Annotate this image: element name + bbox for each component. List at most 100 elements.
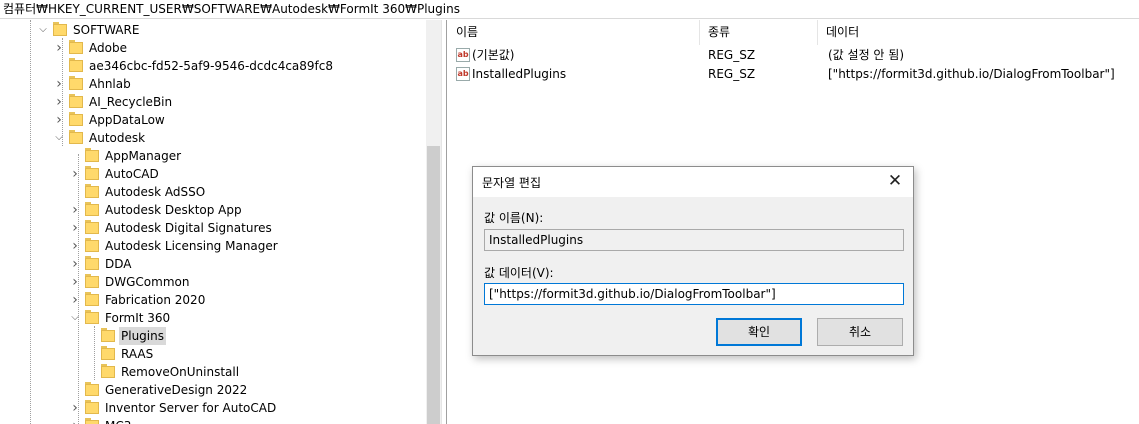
value-name-label: 값 이름(N): bbox=[484, 211, 544, 225]
tree-item[interactable]: Autodesk AdSSO bbox=[0, 183, 426, 201]
tree-item-label: Ahnlab bbox=[89, 77, 131, 91]
column-header-data-label: 데이터 bbox=[826, 25, 860, 39]
chevron-right-icon[interactable]: › bbox=[70, 255, 80, 273]
tree-item-label: Autodesk Desktop App bbox=[105, 203, 242, 217]
ok-button[interactable]: 확인 bbox=[716, 318, 802, 346]
folder-icon bbox=[85, 310, 99, 324]
folder-icon bbox=[85, 238, 99, 252]
close-icon[interactable]: ✕ bbox=[883, 170, 907, 194]
tree-item[interactable]: ⌵ Autodesk bbox=[0, 129, 426, 147]
tree-item[interactable]: › Inventor Server for AutoCAD bbox=[0, 399, 426, 417]
folder-icon bbox=[85, 418, 99, 424]
list-row[interactable]: ab (기본값) REG_SZ (값 설정 안 됨) bbox=[448, 46, 1139, 65]
tree-item-label: RAAS bbox=[121, 347, 154, 361]
chevron-down-icon[interactable]: ⌵ bbox=[70, 309, 80, 327]
tree-item[interactable]: › AppDataLow bbox=[0, 111, 426, 129]
folder-icon bbox=[69, 76, 83, 90]
value-data: (값 설정 안 됨) bbox=[828, 48, 905, 62]
folder-icon bbox=[69, 58, 83, 72]
chevron-right-icon[interactable]: › bbox=[70, 201, 80, 219]
column-header-name[interactable]: 이름 bbox=[448, 20, 700, 45]
tree-item-label: AppDataLow bbox=[89, 113, 165, 127]
chevron-right-icon[interactable]: › bbox=[70, 417, 80, 424]
chevron-right-icon[interactable]: › bbox=[70, 219, 80, 237]
tree-scrollbar-thumb[interactable] bbox=[427, 146, 440, 424]
value-type: REG_SZ bbox=[708, 67, 756, 81]
tree-item-label: GenerativeDesign 2022 bbox=[105, 383, 248, 397]
value-data-input[interactable]: ["https://formit3d.github.io/DialogFromT… bbox=[484, 283, 904, 305]
tree-item[interactable]: › Ahnlab bbox=[0, 75, 426, 93]
chevron-down-icon[interactable]: ⌵ bbox=[54, 129, 64, 147]
string-value-icon: ab bbox=[456, 67, 470, 81]
folder-icon bbox=[85, 184, 99, 198]
tree-item[interactable]: › MC3 bbox=[0, 417, 426, 424]
tree-item-label: Autodesk bbox=[89, 131, 146, 145]
folder-icon bbox=[69, 94, 83, 108]
pane-splitter[interactable] bbox=[441, 20, 447, 424]
chevron-right-icon[interactable]: › bbox=[70, 165, 80, 183]
chevron-right-icon[interactable]: › bbox=[54, 75, 64, 93]
tree-item[interactable]: GenerativeDesign 2022 bbox=[0, 381, 426, 399]
tree-item-label: Adobe bbox=[89, 41, 127, 55]
value-data: ["https://formit3d.github.io/DialogFromT… bbox=[828, 67, 1115, 81]
folder-icon bbox=[101, 364, 115, 378]
folder-icon bbox=[85, 220, 99, 234]
tree-item[interactable]: RAAS bbox=[0, 345, 426, 363]
tree-item[interactable]: ⌵ SOFTWARE bbox=[0, 21, 426, 39]
tree-item[interactable]: ⌵ FormIt 360 bbox=[0, 309, 426, 327]
value-name-field[interactable]: InstalledPlugins bbox=[484, 229, 904, 251]
folder-icon bbox=[69, 40, 83, 54]
chevron-right-icon[interactable]: › bbox=[54, 39, 64, 57]
chevron-right-icon[interactable]: › bbox=[70, 291, 80, 309]
dialog-title: 문자열 편집 bbox=[482, 176, 542, 190]
tree-item[interactable]: › Autodesk Licensing Manager bbox=[0, 237, 426, 255]
column-header-type[interactable]: 종류 bbox=[700, 20, 818, 45]
chevron-right-icon[interactable]: › bbox=[70, 399, 80, 417]
registry-tree[interactable]: ⌵ SOFTWARE › Adobe ae346cbc-fd52-5af9-9546-d… bbox=[0, 20, 426, 424]
tree-scrollbar[interactable] bbox=[426, 20, 441, 424]
tree-item[interactable]: › Adobe bbox=[0, 39, 426, 57]
chevron-right-icon[interactable]: › bbox=[54, 93, 64, 111]
tree-item[interactable]: › Fabrication 2020 bbox=[0, 291, 426, 309]
tree-item-label: ae346cbc-fd52-5af9-9546-dcdc4ca89fc8 bbox=[89, 59, 334, 73]
folder-icon bbox=[69, 112, 83, 126]
tree-item-label: AutoCAD bbox=[105, 167, 159, 181]
chevron-down-icon[interactable]: ⌵ bbox=[38, 21, 48, 39]
tree-item-label: RemoveOnUninstall bbox=[121, 365, 240, 379]
tree-item[interactable]: Plugins bbox=[0, 327, 426, 345]
chevron-right-icon[interactable]: › bbox=[70, 273, 80, 291]
tree-item-label: Autodesk AdSSO bbox=[105, 185, 206, 199]
column-header-name-label: 이름 bbox=[456, 25, 479, 39]
tree-item-label: Inventor Server for AutoCAD bbox=[105, 401, 277, 415]
tree-item[interactable]: › Autodesk Digital Signatures bbox=[0, 219, 426, 237]
folder-icon bbox=[85, 148, 99, 162]
tree-item[interactable]: AppManager bbox=[0, 147, 426, 165]
list-row[interactable]: ab InstalledPlugins REG_SZ ["https://for… bbox=[448, 65, 1139, 84]
value-name: (기본값) bbox=[472, 48, 515, 62]
tree-item-label: Autodesk Licensing Manager bbox=[105, 239, 278, 253]
folder-icon bbox=[53, 22, 67, 36]
folder-icon bbox=[85, 202, 99, 216]
tree-item[interactable]: › DDA bbox=[0, 255, 426, 273]
tree-item[interactable]: RemoveOnUninstall bbox=[0, 363, 426, 381]
folder-icon bbox=[85, 292, 99, 306]
string-value-icon: ab bbox=[456, 48, 470, 62]
tree-item[interactable]: › AutoCAD bbox=[0, 165, 426, 183]
tree-item[interactable]: › AI_RecycleBin bbox=[0, 93, 426, 111]
folder-icon bbox=[101, 346, 115, 360]
tree-item[interactable]: › Autodesk Desktop App bbox=[0, 201, 426, 219]
folder-icon bbox=[101, 328, 115, 342]
folder-icon bbox=[85, 400, 99, 414]
chevron-right-icon[interactable]: › bbox=[54, 111, 64, 129]
chevron-right-icon[interactable]: › bbox=[70, 237, 80, 255]
cancel-button[interactable]: 취소 bbox=[817, 318, 903, 346]
column-header-data[interactable]: 데이터 bbox=[818, 20, 1139, 45]
tree-item-label: MC3 bbox=[105, 417, 131, 424]
dialog-titlebar[interactable]: 문자열 편집 ✕ bbox=[473, 167, 913, 197]
column-header-type-label: 종류 bbox=[708, 25, 731, 39]
folder-icon bbox=[85, 382, 99, 396]
tree-item[interactable]: ae346cbc-fd52-5af9-9546-dcdc4ca89fc8 bbox=[0, 57, 426, 75]
address-bar[interactable]: 컴퓨터₩HKEY_CURRENT_USER₩SOFTWARE₩Autodesk₩… bbox=[0, 0, 1139, 19]
tree-item[interactable]: › DWGCommon bbox=[0, 273, 426, 291]
value-name: InstalledPlugins bbox=[472, 67, 567, 81]
